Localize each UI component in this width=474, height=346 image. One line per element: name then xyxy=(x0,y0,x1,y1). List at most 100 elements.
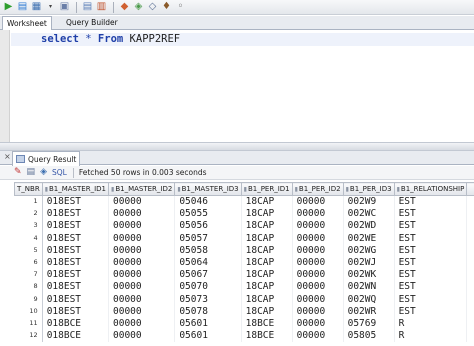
cell-per-id3[interactable]: 002WE xyxy=(343,232,395,245)
cell-per-id3[interactable]: 002WN xyxy=(343,280,395,293)
cell-per-id1[interactable]: 18CAP xyxy=(241,256,293,269)
cell-per-id2[interactable]: 00000 xyxy=(292,195,344,208)
cell-per-id3[interactable]: 002WC xyxy=(343,207,395,220)
cell-master-id2[interactable]: 00000 xyxy=(108,207,176,220)
column-header-master-id2[interactable]: ▮B1_MASTER_ID2 xyxy=(107,182,176,196)
cell-per-id2[interactable]: 00000 xyxy=(292,232,344,245)
table-row[interactable]: 1 018EST 00000 05046 18CAP 00000 002W9 EST xyxy=(14,195,474,208)
table-row[interactable]: 2 018EST 00000 05055 18CAP 00000 002WC EST xyxy=(14,207,474,220)
cell-master-id2[interactable]: 00000 xyxy=(108,280,176,293)
sql-editor[interactable]: select * From KAPP2REF xyxy=(0,30,474,142)
cell-master-id3[interactable]: 05601 xyxy=(174,329,242,342)
cell-master-id3[interactable]: 05058 xyxy=(174,244,242,257)
cell-relationship[interactable]: EST xyxy=(394,305,468,318)
cell-master-id1[interactable]: 018EST xyxy=(42,268,110,281)
cell-per-id1[interactable]: 18CAP xyxy=(241,305,293,318)
cell-master-id2[interactable]: 00000 xyxy=(108,219,176,233)
cell-per-id1[interactable]: 18BCE xyxy=(241,317,293,330)
cell-per-id1[interactable]: 18BCE xyxy=(241,329,293,342)
column-header-per-id2[interactable]: ▮B1_PER_ID2 xyxy=(291,182,344,196)
cell-master-id2[interactable]: 00000 xyxy=(108,268,176,281)
cell-master-id2[interactable]: 00000 xyxy=(108,244,176,257)
cell-master-id2[interactable]: 00000 xyxy=(108,317,176,330)
table-row[interactable]: 3 018EST 00000 05056 18CAP 00000 002WD EST xyxy=(14,219,474,233)
commit-icon[interactable]: ▦ xyxy=(30,1,43,13)
cell-per-id2[interactable]: 00000 xyxy=(292,329,344,342)
tab-query-builder[interactable]: Query Builder xyxy=(62,16,122,30)
cell-master-id3[interactable]: 05070 xyxy=(174,280,242,293)
refresh-icon[interactable]: ◈ xyxy=(40,168,47,177)
cell-relationship[interactable]: EST xyxy=(394,207,468,220)
rollback-icon[interactable]: ▣ xyxy=(58,1,71,13)
cell-per-id1[interactable]: 18CAP xyxy=(241,195,293,208)
dropdown-chevron-icon[interactable]: ▾ xyxy=(44,1,57,13)
cell-per-id1[interactable]: 18CAP xyxy=(241,207,293,220)
cell-per-id1[interactable]: 18CAP xyxy=(241,268,293,281)
cell-master-id1[interactable]: 018EST xyxy=(42,207,110,220)
cell-per-id3[interactable]: 05769 xyxy=(343,317,395,330)
cell-master-id2[interactable]: 00000 xyxy=(108,305,176,318)
cell-master-id3[interactable]: 05046 xyxy=(174,195,242,208)
cell-master-id1[interactable]: 018EST xyxy=(42,280,110,293)
sql-button[interactable]: SQL xyxy=(52,168,67,177)
cell-per-id3[interactable]: 002W9 xyxy=(343,195,395,208)
table-row[interactable]: 10 018EST 00000 05078 18CAP 00000 002WR EST xyxy=(14,305,474,318)
cell-master-id3[interactable]: 05055 xyxy=(174,207,242,220)
cell-per-id3[interactable]: 002WJ xyxy=(343,256,395,269)
cell-per-id2[interactable]: 00000 xyxy=(292,305,344,318)
cell-master-id1[interactable]: 018BCE xyxy=(42,317,110,330)
cell-per-id3[interactable]: 002WD xyxy=(343,219,395,233)
cell-per-id2[interactable]: 00000 xyxy=(292,244,344,257)
cell-relationship[interactable]: EST xyxy=(394,256,468,269)
cell-relationship[interactable]: R xyxy=(394,329,468,342)
close-icon[interactable]: × xyxy=(4,152,11,161)
table-row[interactable]: 7 018EST 00000 05067 18CAP 00000 002WK EST xyxy=(14,268,474,281)
column-header-per-id3[interactable]: ▮B1_PER_ID3 xyxy=(342,182,395,196)
table-row[interactable]: 9 018EST 00000 05073 18CAP 00000 002WQ EST xyxy=(14,293,474,306)
cell-master-id2[interactable]: 00000 xyxy=(108,293,176,306)
run-script-icon[interactable]: ▤ xyxy=(16,1,29,13)
print-icon[interactable]: ▤ xyxy=(27,168,36,177)
cell-per-id3[interactable]: 002WR xyxy=(343,305,395,318)
cell-master-id1[interactable]: 018EST xyxy=(42,195,110,208)
cell-relationship[interactable]: EST xyxy=(394,219,468,233)
sql-statement-line[interactable]: select * From KAPP2REF xyxy=(41,33,180,46)
cell-master-id2[interactable]: 00000 xyxy=(108,195,176,208)
cell-master-id2[interactable]: 00000 xyxy=(108,329,176,342)
cell-master-id2[interactable]: 00000 xyxy=(108,256,176,269)
format-icon[interactable]: ♦ xyxy=(160,1,173,13)
cell-master-id3[interactable]: 05056 xyxy=(174,219,242,233)
cell-relationship[interactable]: EST xyxy=(394,195,468,208)
cell-master-id3[interactable]: 05078 xyxy=(174,305,242,318)
cell-per-id3[interactable]: 002WK xyxy=(343,268,395,281)
column-header-master-id1[interactable]: ▮B1_MASTER_ID1 xyxy=(41,182,110,196)
tab-query-result[interactable]: Query Result xyxy=(12,151,81,166)
cell-master-id1[interactable]: 018EST xyxy=(42,256,110,269)
cell-master-id3[interactable]: 05064 xyxy=(174,256,242,269)
more-icon[interactable]: ◦ xyxy=(174,1,187,13)
table-row[interactable]: 4 018EST 00000 05057 18CAP 00000 002WE EST xyxy=(14,232,474,245)
column-header-t-nbr[interactable]: T_NBR xyxy=(14,182,43,196)
column-header-master-id3[interactable]: ▮B1_MASTER_ID3 xyxy=(174,182,242,196)
cell-relationship[interactable]: EST xyxy=(394,232,468,245)
table-row[interactable]: 8 018EST 00000 05070 18CAP 00000 002WN EST xyxy=(14,280,474,293)
history-icon[interactable]: ◇ xyxy=(146,1,159,13)
table-row[interactable]: 11 018BCE 00000 05601 18BCE 00000 05769 R xyxy=(14,317,474,330)
cell-per-id2[interactable]: 00000 xyxy=(292,207,344,220)
cell-master-id3[interactable]: 05057 xyxy=(174,232,242,245)
cell-per-id3[interactable]: 002WG xyxy=(343,244,395,257)
run-statement-icon[interactable]: ▶ xyxy=(2,1,15,13)
cell-per-id1[interactable]: 18CAP xyxy=(241,219,293,233)
cell-relationship[interactable]: EST xyxy=(394,280,468,293)
cell-per-id2[interactable]: 00000 xyxy=(292,280,344,293)
cell-relationship[interactable]: EST xyxy=(394,268,468,281)
cell-master-id3[interactable]: 05073 xyxy=(174,293,242,306)
cell-per-id2[interactable]: 00000 xyxy=(292,256,344,269)
cell-per-id1[interactable]: 18CAP xyxy=(241,280,293,293)
cell-master-id1[interactable]: 018BCE xyxy=(42,329,110,342)
cell-per-id1[interactable]: 18CAP xyxy=(241,293,293,306)
cell-master-id1[interactable]: 018EST xyxy=(42,219,110,233)
cell-per-id3[interactable]: 002WQ xyxy=(343,293,395,306)
cell-per-id2[interactable]: 00000 xyxy=(292,268,344,281)
cell-per-id3[interactable]: 05805 xyxy=(343,329,395,342)
